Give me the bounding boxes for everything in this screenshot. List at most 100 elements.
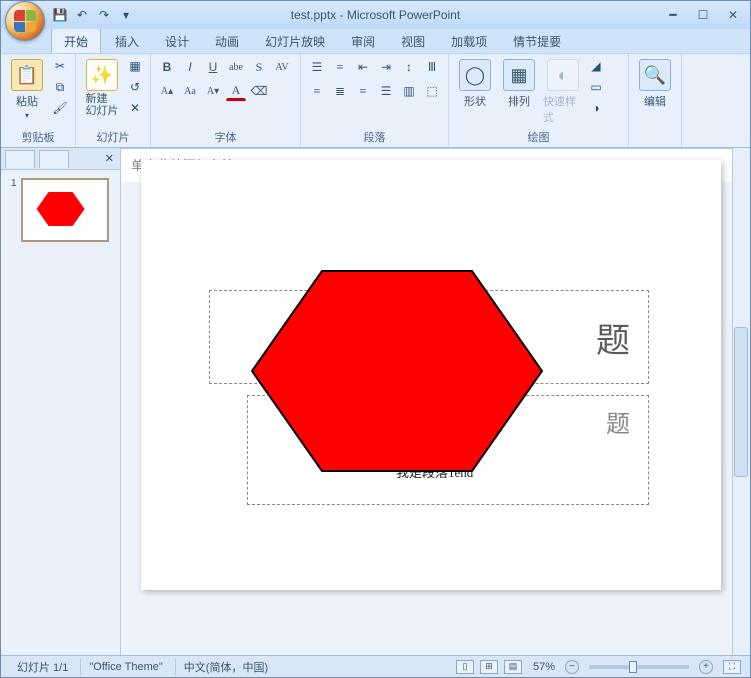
status-theme[interactable]: "Office Theme" xyxy=(80,659,170,675)
close-pane-icon[interactable]: ✕ xyxy=(105,152,114,165)
indent-inc-button[interactable]: ⇥ xyxy=(376,57,396,77)
line-spacing-button[interactable]: ↕ xyxy=(399,57,419,77)
layout-icon[interactable]: ▦ xyxy=(126,57,144,75)
slideshow-view-button[interactable]: ▤ xyxy=(504,660,522,674)
columns-button[interactable]: ▥ xyxy=(399,81,419,101)
group-editing: 🔍 编辑 xyxy=(629,54,682,147)
subtitle-text-fragment: 题 xyxy=(606,404,630,439)
status-slide[interactable]: 幻灯片 1/1 xyxy=(9,659,76,675)
status-language[interactable]: 中文(简体，中国) xyxy=(175,659,276,675)
slide-canvas[interactable]: 题 题 我是文本框 我是段落1end xyxy=(141,160,721,590)
smartart-button[interactable]: ⬚ xyxy=(422,81,442,101)
slides-pane: ✕ 1 xyxy=(1,148,121,655)
shape-fill-icon[interactable]: ◢ xyxy=(587,57,605,75)
quick-styles-button[interactable]: ◐ 快速样式 xyxy=(543,57,583,125)
shapes-button[interactable]: ◯ 形状 xyxy=(455,57,495,109)
shadow-button[interactable]: S xyxy=(249,57,269,77)
arrange-icon: ▦ xyxy=(503,59,535,91)
close-button[interactable]: ✕ xyxy=(722,7,744,23)
zoom-slider[interactable] xyxy=(589,665,689,669)
zoom-level[interactable]: 57% xyxy=(533,661,555,673)
redo-icon[interactable]: ↷ xyxy=(95,6,113,24)
bullets-button[interactable]: ☰ xyxy=(307,57,327,77)
new-slide-button[interactable]: ✨ 新建 幻灯片 xyxy=(82,57,122,117)
arrange-button[interactable]: ▦ 排列 xyxy=(499,57,539,109)
clear-format-button[interactable]: ⌫ xyxy=(249,81,269,101)
undo-icon[interactable]: ↶ xyxy=(73,6,91,24)
align-right-button[interactable]: ≡ xyxy=(353,81,373,101)
format-painter-icon[interactable]: 🖌 xyxy=(51,99,69,117)
group-slides: ✨ 新建 幻灯片 ▦ ↺ ✕ 幻灯片 xyxy=(76,54,151,147)
app-window: 💾 ↶ ↷ ▾ test.pptx - Microsoft PowerPoint… xyxy=(0,0,751,678)
font-color-button[interactable]: A xyxy=(226,81,246,101)
shape-outline-icon[interactable]: ▭ xyxy=(587,78,605,96)
bold-button[interactable]: B xyxy=(157,57,177,77)
minimize-button[interactable]: ━ xyxy=(662,7,684,23)
fit-window-button[interactable]: ⛶ xyxy=(723,660,741,674)
maximize-button[interactable]: ☐ xyxy=(692,7,714,23)
tab-insert[interactable]: 插入 xyxy=(103,29,151,53)
group-drawing: ◯ 形状 ▦ 排列 ◐ 快速样式 ◢ ▭ ◑ 绘图 xyxy=(449,54,629,147)
indent-dec-button[interactable]: ⇤ xyxy=(353,57,373,77)
tab-addins[interactable]: 加载项 xyxy=(439,29,499,53)
titlebar: 💾 ↶ ↷ ▾ test.pptx - Microsoft PowerPoint… xyxy=(1,1,750,29)
quick-access-toolbar: 💾 ↶ ↷ ▾ xyxy=(51,6,135,24)
ribbon-tabs: 开始 插入 设计 动画 幻灯片放映 审阅 视图 加载项 情节提要 xyxy=(51,29,750,53)
thumb-hexagon-shape xyxy=(37,192,85,226)
new-slide-icon: ✨ xyxy=(86,59,118,91)
sorter-view-button[interactable]: ⊞ xyxy=(480,660,498,674)
justify-button[interactable]: ☰ xyxy=(376,81,396,101)
group-font: B I U abe S AV A▴ Aa A▾ A ⌫ xyxy=(151,54,301,147)
copy-icon[interactable]: ⧉ xyxy=(51,78,69,96)
group-paragraph: ☰ ≡ ⇤ ⇥ ↕ Ⅲ ≡ ≣ ≡ ☰ ▥ ⬚ xyxy=(301,54,449,147)
hexagon-shape[interactable] xyxy=(247,266,547,476)
case-button[interactable]: Aa xyxy=(180,81,200,101)
italic-button[interactable]: I xyxy=(180,57,200,77)
qat-dropdown-icon[interactable]: ▾ xyxy=(117,6,135,24)
title-text-fragment: 题 xyxy=(596,313,630,362)
grow-font-button[interactable]: A▴ xyxy=(157,81,177,101)
vertical-scrollbar[interactable] xyxy=(732,148,750,655)
align-center-button[interactable]: ≣ xyxy=(330,81,350,101)
paste-button[interactable]: 📋 粘贴 ▾ xyxy=(7,57,47,120)
reset-icon[interactable]: ↺ xyxy=(126,78,144,96)
cut-icon[interactable]: ✂ xyxy=(51,57,69,75)
strike-button[interactable]: abe xyxy=(226,57,246,77)
chevron-down-icon: ▾ xyxy=(25,111,29,120)
scrollbar-thumb[interactable] xyxy=(734,327,748,477)
office-button[interactable] xyxy=(5,1,45,41)
statusbar: 幻灯片 1/1 "Office Theme" 中文(简体，中国) ▯ ⊞ ▤ 5… xyxy=(1,655,750,677)
tab-home[interactable]: 开始 xyxy=(51,28,101,53)
tab-design[interactable]: 设计 xyxy=(153,29,201,53)
numbering-button[interactable]: ≡ xyxy=(330,57,350,77)
delete-slide-icon[interactable]: ✕ xyxy=(126,99,144,117)
normal-view-button[interactable]: ▯ xyxy=(456,660,474,674)
zoom-out-button[interactable]: − xyxy=(565,660,579,674)
binoculars-icon: 🔍 xyxy=(639,59,671,91)
slide-editor: 题 题 我是文本框 我是段落1end 单击此处添加备注 xyxy=(121,148,750,655)
clipboard-icon: 📋 xyxy=(11,59,43,91)
tab-slideshow[interactable]: 幻灯片放映 xyxy=(253,29,337,53)
ribbon: 📋 粘贴 ▾ ✂ ⧉ 🖌 剪贴板 ✨ 新建 幻灯片 ▦ xyxy=(1,53,750,148)
quick-styles-icon: ◐ xyxy=(547,59,579,91)
shapes-icon: ◯ xyxy=(459,59,491,91)
save-icon[interactable]: 💾 xyxy=(51,6,69,24)
zoom-in-button[interactable]: + xyxy=(699,660,713,674)
shrink-font-button[interactable]: A▾ xyxy=(203,81,223,101)
charspace-button[interactable]: AV xyxy=(272,57,292,77)
shape-effects-icon[interactable]: ◑ xyxy=(587,99,605,117)
slides-tab[interactable] xyxy=(39,150,69,168)
tab-view[interactable]: 视图 xyxy=(389,29,437,53)
thumb-number: 1 xyxy=(11,178,17,242)
underline-button[interactable]: U xyxy=(203,57,223,77)
workspace: ✕ 1 题 题 我是文本框 我是段落1end xyxy=(1,148,750,655)
window-title: test.pptx - Microsoft PowerPoint xyxy=(291,8,460,22)
text-direction-button[interactable]: Ⅲ xyxy=(422,57,442,77)
align-left-button[interactable]: ≡ xyxy=(307,81,327,101)
tab-review[interactable]: 审阅 xyxy=(339,29,387,53)
find-button[interactable]: 🔍 编辑 xyxy=(635,57,675,109)
slide-thumbnail-1[interactable] xyxy=(21,178,109,242)
tab-storyboard[interactable]: 情节提要 xyxy=(501,29,573,53)
outline-tab[interactable] xyxy=(5,150,35,168)
tab-animation[interactable]: 动画 xyxy=(203,29,251,53)
